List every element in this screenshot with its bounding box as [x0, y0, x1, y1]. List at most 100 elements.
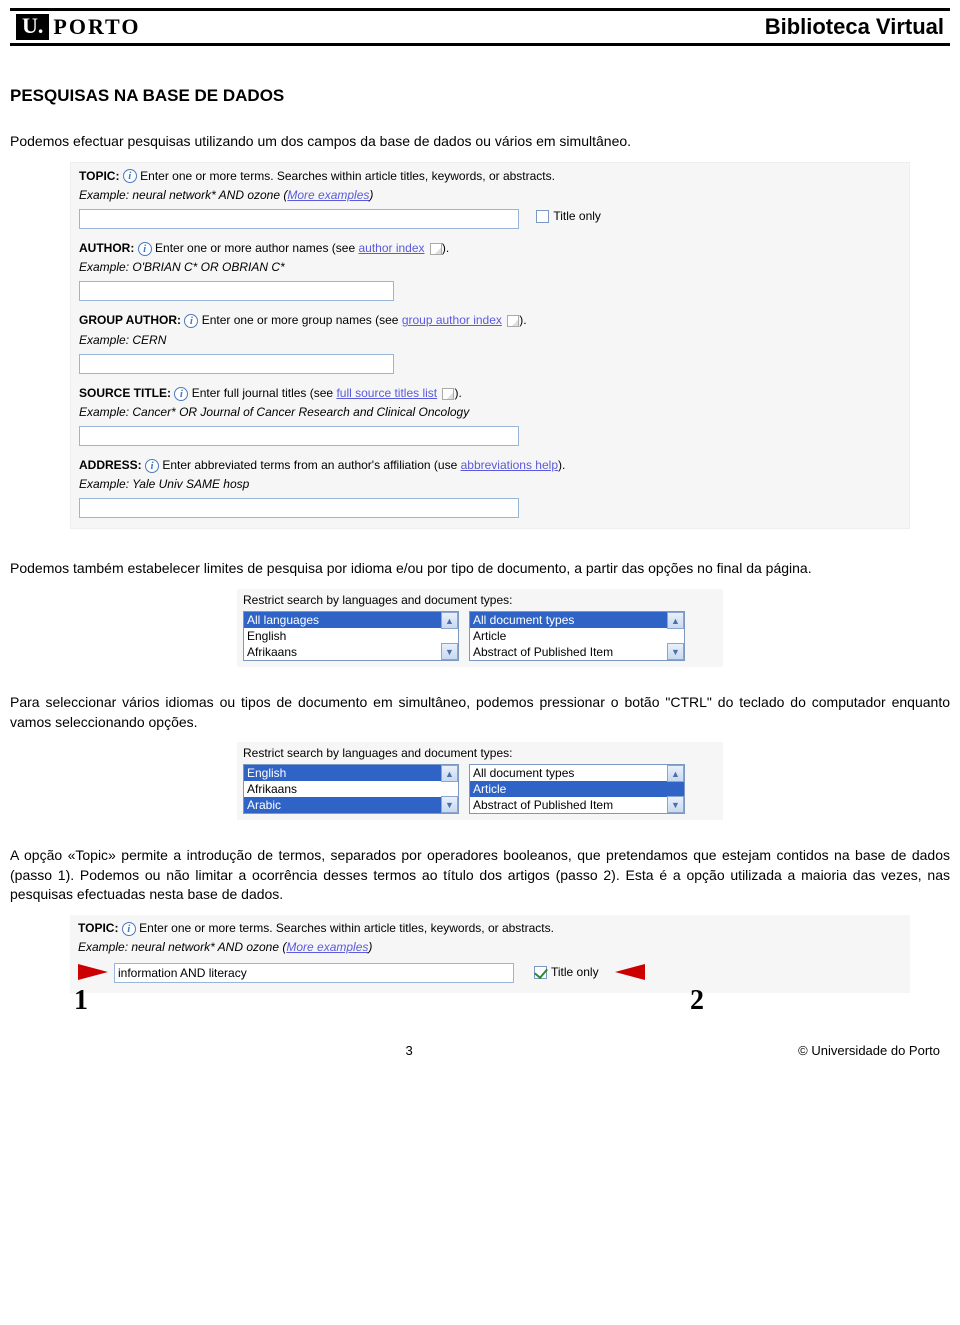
group-author-input[interactable]	[79, 354, 394, 374]
author-example-prefix: Example:	[79, 260, 129, 274]
group-author-example: CERN	[132, 333, 166, 347]
list-item[interactable]: Abstract of Published Item	[470, 644, 684, 660]
list-item[interactable]: Article	[470, 628, 684, 644]
info-icon[interactable]: i	[138, 242, 152, 256]
source-title-field: SOURCE TITLE: i Enter full journal title…	[79, 384, 901, 446]
restrict-title: Restrict search by languages and documen…	[243, 746, 717, 760]
author-field: AUTHOR: i Enter one or more author names…	[79, 239, 901, 301]
restrict-block-2: Restrict search by languages and documen…	[237, 742, 723, 820]
page-icon	[430, 243, 442, 255]
info-icon[interactable]: i	[145, 459, 159, 473]
search-form: TOPIC: i Enter one or more terms. Search…	[70, 162, 910, 530]
topic-paragraph: A opção «Topic» permite a introdução de …	[10, 846, 950, 905]
list-item[interactable]: Abstract of Published Item	[470, 797, 684, 813]
topic-hint: Enter one or more terms. Searches within…	[140, 169, 555, 183]
more-examples-link[interactable]: More examples	[287, 188, 369, 202]
title-only-label: Title only	[551, 965, 599, 979]
page-footer: 3 © Universidade do Porto	[10, 1043, 950, 1058]
scroll-down-button[interactable]: ▼	[667, 643, 684, 660]
title-only-checkbox[interactable]	[534, 966, 547, 979]
language-listbox[interactable]: All languages English Afrikaans ▲ ▼	[243, 611, 459, 661]
page-number: 3	[20, 1043, 798, 1058]
section-title: PESQUISAS NA BASE DE DADOS	[10, 86, 950, 106]
group-author-index-link[interactable]: group author index	[402, 313, 502, 327]
address-hint: Enter abbreviated terms from an author's…	[162, 458, 457, 472]
author-input[interactable]	[79, 281, 394, 301]
scroll-down-button[interactable]: ▼	[667, 796, 684, 813]
list-item[interactable]: All document types	[470, 765, 684, 781]
source-title-hint: Enter full journal titles (see	[192, 386, 333, 400]
source-title-label: SOURCE TITLE:	[79, 386, 171, 400]
source-title-list-link[interactable]: full source titles list	[336, 386, 437, 400]
group-author-field: GROUP AUTHOR: i Enter one or more group …	[79, 311, 901, 373]
page-icon	[507, 315, 519, 327]
scroll-down-button[interactable]: ▼	[441, 796, 458, 813]
arrow-right-icon	[78, 964, 108, 980]
scroll-up-button[interactable]: ▲	[667, 612, 684, 629]
address-example-prefix: Example:	[79, 477, 129, 491]
group-author-hint: Enter one or more group names (see	[202, 313, 399, 327]
topic-example: neural network* AND ozone	[131, 940, 279, 954]
author-example: O'BRIAN C* OR OBRIAN C*	[132, 260, 284, 274]
address-example: Yale Univ SAME hosp	[132, 477, 249, 491]
author-hint: Enter one or more author names (see	[155, 241, 355, 255]
topic-input[interactable]	[79, 209, 519, 229]
logo-u-mark: U.	[16, 14, 49, 40]
topic-example-prefix: Example:	[78, 940, 128, 954]
ctrl-tip-text: Para seleccionar vários idiomas ou tipos…	[10, 693, 950, 732]
restrict-block-1: Restrict search by languages and documen…	[237, 589, 723, 667]
list-item[interactable]: Afrikaans	[244, 644, 458, 660]
scroll-up-button[interactable]: ▲	[441, 765, 458, 782]
topic-field: TOPIC: i Enter one or more terms. Search…	[79, 167, 901, 229]
list-item[interactable]: All document types	[470, 612, 684, 628]
source-title-input[interactable]	[79, 426, 519, 446]
topic-hint: Enter one or more terms. Searches within…	[139, 921, 554, 935]
topic-demo: TOPIC: i Enter one or more terms. Search…	[70, 915, 910, 993]
title-only-label: Title only	[553, 209, 601, 223]
restrict-title: Restrict search by languages and documen…	[243, 593, 717, 607]
step-2-label: 2	[690, 985, 704, 1017]
topic-example-prefix: Example:	[79, 188, 129, 202]
address-label: ADDRESS:	[79, 458, 142, 472]
intro-text: Podemos efectuar pesquisas utilizando um…	[10, 132, 950, 152]
group-author-label: GROUP AUTHOR:	[79, 313, 181, 327]
footer-org: © Universidade do Porto	[798, 1043, 940, 1058]
info-icon[interactable]: i	[122, 922, 136, 936]
doctype-listbox[interactable]: All document types Article Abstract of P…	[469, 764, 685, 814]
list-item[interactable]: All languages	[244, 612, 458, 628]
info-icon[interactable]: i	[184, 314, 198, 328]
header-bar: U. PORTO Biblioteca Virtual	[10, 8, 950, 46]
language-listbox[interactable]: English Afrikaans Arabic ▲ ▼	[243, 764, 459, 814]
topic-label: TOPIC:	[79, 169, 119, 183]
info-icon[interactable]: i	[174, 387, 188, 401]
group-author-example-prefix: Example:	[79, 333, 129, 347]
title-only-checkbox[interactable]	[536, 210, 549, 223]
logo-text: PORTO	[53, 14, 140, 40]
logo: U. PORTO	[16, 14, 140, 40]
doctype-listbox[interactable]: All document types Article Abstract of P…	[469, 611, 685, 661]
more-examples-link[interactable]: More examples	[286, 940, 368, 954]
author-index-link[interactable]: author index	[358, 241, 424, 255]
topic-example: neural network* AND ozone	[132, 188, 280, 202]
abbrev-help-link[interactable]: abbreviations help	[461, 458, 558, 472]
source-title-example: Cancer* OR Journal of Cancer Research an…	[132, 405, 469, 419]
address-field: ADDRESS: i Enter abbreviated terms from …	[79, 456, 901, 518]
topic-label: TOPIC:	[78, 921, 118, 935]
address-input[interactable]	[79, 498, 519, 518]
list-item[interactable]: Arabic	[244, 797, 458, 813]
arrow-left-icon	[615, 964, 645, 980]
source-title-example-prefix: Example:	[79, 405, 129, 419]
limits-text: Podemos também estabelecer limites de pe…	[10, 559, 950, 579]
list-item[interactable]: Article	[470, 781, 684, 797]
list-item[interactable]: English	[244, 628, 458, 644]
topic-demo-input[interactable]	[114, 963, 514, 983]
author-label: AUTHOR:	[79, 241, 134, 255]
info-icon[interactable]: i	[123, 169, 137, 183]
scroll-up-button[interactable]: ▲	[441, 612, 458, 629]
scroll-up-button[interactable]: ▲	[667, 765, 684, 782]
scroll-down-button[interactable]: ▼	[441, 643, 458, 660]
page-icon	[442, 388, 454, 400]
list-item[interactable]: Afrikaans	[244, 781, 458, 797]
step-1-label: 1	[74, 985, 88, 1017]
list-item[interactable]: English	[244, 765, 458, 781]
